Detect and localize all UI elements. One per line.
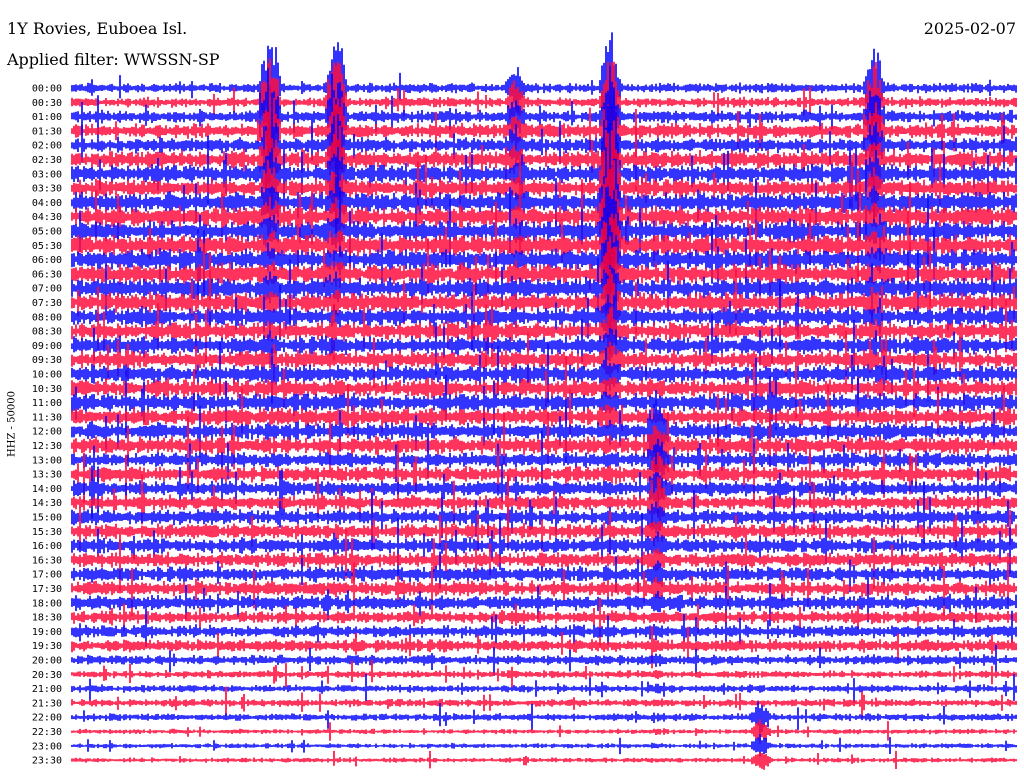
time-label-group: 00:00 00:30 01:00 01:30 02:00 02:30 03:00 03:30…	[32, 84, 62, 767]
time-tick-label: 11:00	[32, 398, 62, 409]
time-tick-label: 16:00	[32, 541, 62, 552]
time-tick-label: 16:30	[32, 555, 62, 566]
time-tick-label: 13:30	[32, 470, 62, 481]
trace-row	[71, 733, 1017, 757]
time-tick-label: 06:30	[32, 269, 62, 280]
time-tick-label: 08:00	[32, 312, 62, 323]
trace-row	[71, 686, 1017, 719]
time-tick-label: 03:00	[32, 169, 62, 180]
time-tick-label: 12:30	[32, 441, 62, 452]
time-tick-label: 23:00	[32, 741, 62, 752]
time-tick-label: 19:30	[32, 641, 62, 652]
time-tick-label: 14:00	[32, 484, 62, 495]
time-tick-label: 15:00	[32, 513, 62, 524]
time-tick-label: 07:30	[32, 298, 62, 309]
time-tick-label: 22:00	[32, 713, 62, 724]
time-tick-label: 08:30	[32, 327, 62, 338]
time-tick-label: 22:30	[32, 727, 62, 738]
trace-row	[71, 719, 1017, 744]
time-tick-label: 09:00	[32, 341, 62, 352]
time-tick-label: 09:30	[32, 355, 62, 366]
trace-row	[71, 750, 1017, 770]
time-tick-label: 01:30	[32, 126, 62, 137]
time-tick-label: 13:00	[32, 455, 62, 466]
time-tick-label: 23:30	[32, 756, 62, 767]
time-tick-label: 19:00	[32, 627, 62, 638]
trace-group	[71, 32, 1017, 770]
time-tick-label: 14:30	[32, 498, 62, 509]
time-tick-label: 10:00	[32, 370, 62, 381]
time-tick-label: 17:00	[32, 570, 62, 581]
time-tick-label: 01:00	[32, 112, 62, 123]
time-tick-label: 05:30	[32, 241, 62, 252]
time-tick-label: 17:30	[32, 584, 62, 595]
time-tick-label: 11:30	[32, 412, 62, 423]
time-tick-label: 20:30	[32, 670, 62, 681]
helicorder-plot: 00:00 00:30 01:00 01:30 02:00 02:30 03:00 03:30…	[32, 32, 1017, 770]
time-tick-label: 02:00	[32, 141, 62, 152]
time-tick-label: 02:30	[32, 155, 62, 166]
trace-row	[71, 529, 1017, 594]
time-tick-label: 06:00	[32, 255, 62, 266]
time-tick-label: 05:00	[32, 227, 62, 238]
time-tick-label: 10:30	[32, 384, 62, 395]
time-tick-label: 04:30	[32, 212, 62, 223]
time-tick-label: 15:30	[32, 527, 62, 538]
time-tick-label: 07:00	[32, 284, 62, 295]
time-tick-label: 00:00	[32, 84, 62, 95]
time-tick-label: 00:30	[32, 98, 62, 109]
time-tick-label: 21:30	[32, 698, 62, 709]
time-tick-label: 20:00	[32, 656, 62, 667]
time-tick-label: 04:00	[32, 198, 62, 209]
time-tick-label: 03:30	[32, 184, 62, 195]
time-tick-label: 18:30	[32, 613, 62, 624]
trace-row	[71, 673, 1017, 703]
time-tick-label: 12:00	[32, 427, 62, 438]
time-tick-label: 21:00	[32, 684, 62, 695]
trace-row	[71, 474, 1017, 531]
time-tick-label: 18:00	[32, 598, 62, 609]
